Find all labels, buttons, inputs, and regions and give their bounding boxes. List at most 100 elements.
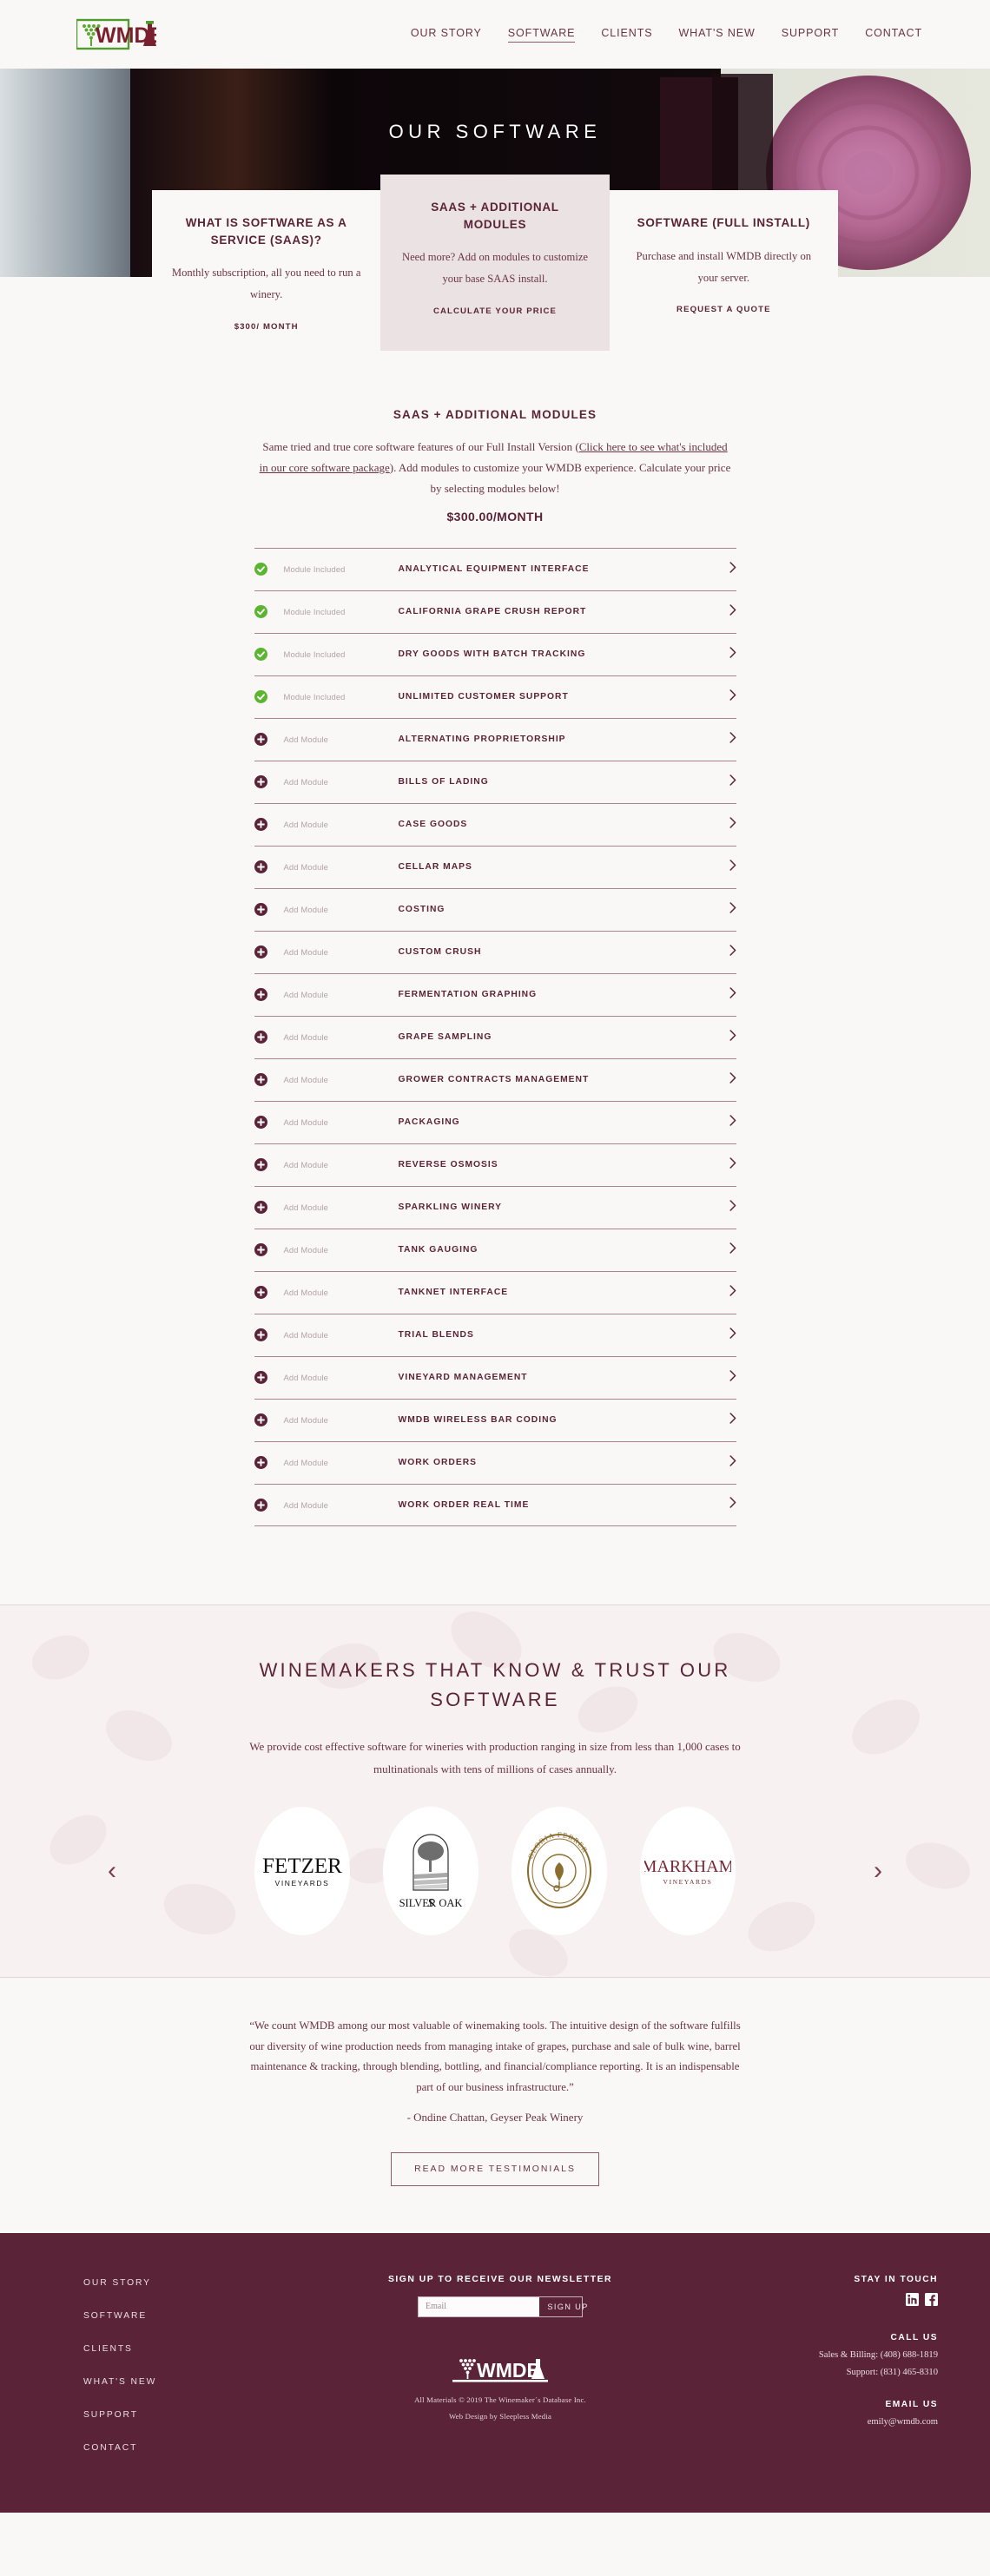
plus-circle-icon[interactable] [254,1073,284,1087]
chevron-right-icon[interactable] [714,1029,736,1045]
chevron-right-icon[interactable] [714,1369,736,1386]
footer-link-support[interactable]: SUPPORT [83,2410,278,2420]
footer-logo[interactable]: WMDB [278,2355,723,2385]
plus-circle-icon[interactable] [254,945,284,959]
linkedin-icon[interactable] [906,2292,919,2310]
module-row[interactable]: Add Module BILLS OF LADING [254,760,736,803]
chevron-right-icon[interactable] [714,561,736,577]
plus-circle-icon[interactable] [254,818,284,832]
module-row[interactable]: Add Module WORK ORDER REAL TIME [254,1483,736,1526]
carousel-next-icon[interactable]: › [874,1857,882,1884]
footer-link-clients[interactable]: CLIENTS [83,2344,278,2354]
plus-circle-icon[interactable] [254,1456,284,1470]
plus-circle-icon[interactable] [254,1286,284,1300]
plus-circle-icon[interactable] [254,775,284,789]
plus-circle-icon[interactable] [254,1116,284,1130]
plus-circle-icon[interactable] [254,860,284,874]
phone-sales-billing[interactable]: Sales & Billing: (408) 688-1819 [723,2350,938,2360]
footer-link-contact[interactable]: CONTACT [83,2443,278,2453]
chevron-right-icon[interactable] [714,1497,736,1512]
module-row[interactable]: Module Included UNLIMITED CUSTOMER SUPPOR… [254,675,736,718]
plus-circle-icon[interactable] [254,1413,284,1427]
card-cta-calculate-price[interactable]: CALCULATE YOUR PRICE [433,306,557,316]
client-logo-fetzer[interactable]: FETZER VINEYARDS [254,1806,350,1935]
module-row[interactable]: Add Module TRIAL BLENDS [254,1313,736,1356]
chevron-right-icon[interactable] [714,1412,736,1428]
chevron-right-icon[interactable] [714,859,736,875]
chevron-right-icon[interactable] [714,816,736,833]
plus-circle-icon[interactable] [254,1158,284,1172]
chevron-right-icon[interactable] [714,901,736,918]
chevron-right-icon[interactable] [714,1327,736,1343]
module-row[interactable]: Add Module COSTING [254,887,736,931]
chevron-right-icon[interactable] [714,1242,736,1258]
module-row[interactable]: Add Module PACKAGING [254,1100,736,1143]
chevron-right-icon[interactable] [714,1199,736,1216]
chevron-right-icon[interactable] [714,944,736,960]
plus-circle-icon[interactable] [254,1031,284,1044]
chevron-right-icon[interactable] [714,1071,736,1088]
chevron-right-icon[interactable] [714,774,736,790]
module-row[interactable]: Add Module TANKNET INTERFACE [254,1270,736,1314]
module-row[interactable]: Module Included ANALYTICAL EQUIPMENT INTE… [254,547,736,590]
plus-circle-icon[interactable] [254,988,284,1002]
newsletter-email-input[interactable] [419,2296,539,2316]
chevron-right-icon[interactable] [714,986,736,1003]
newsletter-signup-button[interactable]: SIGN UP [539,2297,597,2316]
check-circle-icon[interactable] [254,605,284,619]
module-row[interactable]: Add Module REVERSE OSMOSIS [254,1143,736,1186]
module-row[interactable]: Add Module WMDB WIRELESS BAR CODING [254,1398,736,1441]
carousel-prev-icon[interactable]: ‹ [108,1857,116,1884]
module-row[interactable]: Module Included DRY GOODS WITH BATCH TRAC… [254,632,736,675]
card-cta-request-quote[interactable]: REQUEST A QUOTE [676,305,771,314]
chevron-right-icon[interactable] [714,688,736,705]
module-row[interactable]: Module Included CALIFORNIA GRAPE CRUSH RE… [254,590,736,633]
module-row[interactable]: Add Module GRAPE SAMPLING [254,1015,736,1058]
chevron-right-icon[interactable] [714,1284,736,1301]
client-logo-markham[interactable]: MARKHAM VINEYARDS [640,1806,736,1935]
plus-circle-icon[interactable] [254,1371,284,1385]
nav-item-software[interactable]: SOFTWARE [507,27,576,43]
chevron-right-icon[interactable] [714,731,736,748]
footer-link-whats-new[interactable]: WHAT'S NEW [83,2377,278,2387]
client-logo-gloria-ferrer[interactable]: GLORIA FERRER [512,1806,607,1935]
nav-item-support[interactable]: SUPPORT [782,27,840,42]
module-row[interactable]: Add Module WORK ORDERS [254,1440,736,1484]
check-circle-icon[interactable] [254,648,284,662]
module-row[interactable]: Add Module VINEYARD MANAGEMENT [254,1355,736,1399]
plus-circle-icon[interactable] [254,1328,284,1342]
phone-support[interactable]: Support: (831) 465-8310 [723,2368,938,2377]
module-row[interactable]: Add Module CELLAR MAPS [254,845,736,888]
chevron-right-icon[interactable] [714,1156,736,1173]
plus-circle-icon[interactable] [254,1498,284,1512]
chevron-right-icon[interactable] [714,646,736,662]
plus-circle-icon[interactable] [254,1243,284,1257]
footer-link-our-story[interactable]: OUR STORY [83,2278,278,2288]
chevron-right-icon[interactable] [714,1454,736,1471]
nav-item-whats-new[interactable]: WHAT'S NEW [678,27,755,42]
client-logo-silver-oak[interactable]: S SILVER OAK [383,1806,478,1935]
chevron-right-icon[interactable] [714,603,736,620]
plus-circle-icon[interactable] [254,733,284,747]
chevron-right-icon[interactable] [714,1114,736,1130]
footer-link-software[interactable]: SOFTWARE [83,2311,278,2321]
email-address-link[interactable]: emily@wmdb.com [723,2417,938,2427]
module-row[interactable]: Add Module SPARKLING WINERY [254,1185,736,1229]
module-row[interactable]: Add Module CUSTOM CRUSH [254,930,736,973]
nav-item-our-story[interactable]: OUR STORY [411,27,482,42]
card-cta-price[interactable]: $300/ MONTH [234,322,299,332]
wmdb-logo[interactable]: WMDB [76,18,156,50]
read-more-testimonials-button[interactable]: READ MORE TESTIMONIALS [391,2151,599,2186]
module-row[interactable]: Add Module CASE GOODS [254,802,736,846]
nav-item-clients[interactable]: CLIENTS [601,27,652,42]
check-circle-icon[interactable] [254,690,284,704]
plus-circle-icon[interactable] [254,1201,284,1215]
module-row[interactable]: Add Module GROWER CONTRACTS MANAGEMENT [254,1057,736,1101]
module-row[interactable]: Add Module ALTERNATING PROPRIETORSHIP [254,717,736,761]
nav-item-contact[interactable]: CONTACT [865,27,922,42]
check-circle-icon[interactable] [254,563,284,576]
facebook-icon[interactable] [925,2292,938,2310]
plus-circle-icon[interactable] [254,903,284,917]
module-row[interactable]: Add Module FERMENTATION GRAPHING [254,972,736,1016]
module-row[interactable]: Add Module TANK GAUGING [254,1228,736,1271]
